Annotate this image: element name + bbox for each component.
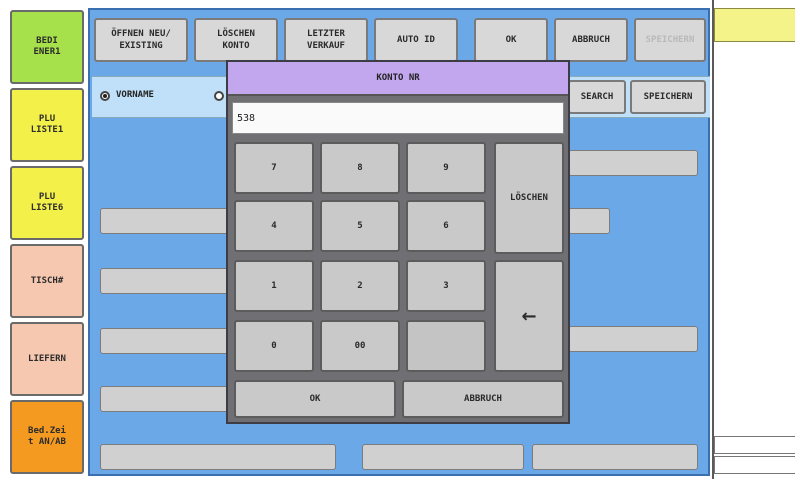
delete-account-button[interactable]: LÖSCHEN KONTO — [194, 18, 278, 62]
form-field-2[interactable] — [100, 268, 230, 294]
last-sale-button[interactable]: LETZTER VERKAUF — [284, 18, 368, 62]
key-7[interactable]: 7 — [234, 142, 314, 194]
receipt-header — [714, 8, 795, 42]
receipt-pane — [712, 0, 795, 479]
key-0[interactable]: 0 — [234, 320, 314, 372]
search-button[interactable]: SEARCH — [568, 80, 626, 114]
radio-second[interactable] — [214, 91, 224, 101]
dialog-cancel-button[interactable]: ABBRUCH — [402, 380, 564, 418]
clear-key[interactable]: LÖSCHEN — [494, 142, 564, 254]
key-5[interactable]: 5 — [320, 200, 400, 252]
nav-bed-zeit-button[interactable]: Bed.Zei t AN/AB — [10, 400, 84, 474]
auto-id-button[interactable]: AUTO ID — [374, 18, 458, 62]
account-number-value: 538 — [237, 112, 256, 124]
disabled-save-button: SPEICHERN — [634, 18, 706, 62]
form-field-6[interactable] — [362, 444, 524, 470]
form-field-3[interactable] — [100, 328, 230, 354]
key-1[interactable]: 1 — [234, 260, 314, 312]
cancel-button[interactable]: ABBRUCH — [554, 18, 628, 62]
account-number-dialog: KONTO NR 538 7 8 9 4 5 6 1 2 3 0 00 LÖSC… — [226, 60, 570, 424]
ok-button[interactable]: OK — [474, 18, 548, 62]
form-field-8[interactable] — [568, 150, 698, 176]
dialog-title: KONTO NR — [228, 62, 568, 96]
nav-plu-liste1-button[interactable]: PLU LISTE1 — [10, 88, 84, 162]
receipt-row — [714, 456, 795, 474]
radio-vorname-label: VORNAME — [116, 90, 154, 100]
key-8[interactable]: 8 — [320, 142, 400, 194]
pos-screen: BEDI ENER1 PLU LISTE1 PLU LISTE6 TISCH# … — [0, 0, 795, 479]
form-field-1[interactable] — [100, 208, 230, 234]
form-field-9[interactable] — [568, 208, 610, 234]
backspace-key[interactable]: ← — [494, 260, 564, 372]
key-3[interactable]: 3 — [406, 260, 486, 312]
form-field-7[interactable] — [532, 444, 698, 470]
nav-tisch-button[interactable]: TISCH# — [10, 244, 84, 318]
nav-liefern-button[interactable]: LIEFERN — [10, 322, 84, 396]
dialog-ok-button[interactable]: OK — [234, 380, 396, 418]
account-number-input[interactable]: 538 — [232, 102, 564, 134]
save-button[interactable]: SPEICHERN — [630, 80, 706, 114]
key-9[interactable]: 9 — [406, 142, 486, 194]
form-field-5[interactable] — [100, 444, 336, 470]
open-existing-button[interactable]: ÖFFNEN NEU/ EXISTING — [94, 18, 188, 62]
nav-bediener-button[interactable]: BEDI ENER1 — [10, 10, 84, 84]
nav-plu-liste6-button[interactable]: PLU LISTE6 — [10, 166, 84, 240]
key-6[interactable]: 6 — [406, 200, 486, 252]
key-blank — [406, 320, 486, 372]
key-2[interactable]: 2 — [320, 260, 400, 312]
arrow-left-icon: ← — [521, 305, 537, 327]
form-field-10[interactable] — [568, 326, 698, 352]
form-field-4[interactable] — [100, 386, 230, 412]
receipt-row — [714, 436, 795, 454]
key-4[interactable]: 4 — [234, 200, 314, 252]
radio-vorname[interactable] — [100, 91, 110, 101]
key-00[interactable]: 00 — [320, 320, 400, 372]
